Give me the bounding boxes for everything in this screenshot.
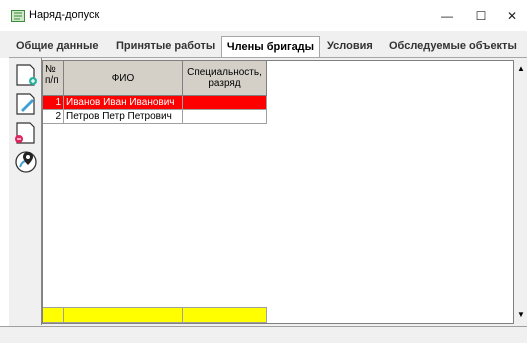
column-header-num[interactable]: № п/п <box>43 61 64 96</box>
footer-spec-cell <box>183 307 267 323</box>
row2-fio-cell[interactable]: Петров Петр Петрович <box>64 110 183 124</box>
window-title: Наряд-допуск <box>29 9 100 21</box>
footer-num-cell <box>43 307 64 323</box>
location-pin-icon[interactable] <box>13 148 39 174</box>
tab-conditions[interactable]: Условия <box>327 40 373 52</box>
minimize-button[interactable]: — <box>430 0 464 31</box>
brigade-grid: № п/п ФИО Специальность, разряд 1 Иванов… <box>42 60 514 324</box>
tab-general[interactable]: Общие данные <box>16 40 98 52</box>
tab-brigade-members-label: Члены бригады <box>226 41 315 53</box>
add-document-icon[interactable] <box>13 62 39 88</box>
footer-fio-cell <box>64 307 183 323</box>
tab-accepted-works[interactable]: Принятые работы <box>116 40 215 52</box>
column-header-spec[interactable]: Специальность, разряд <box>183 61 267 96</box>
minimize-icon: — <box>441 8 453 23</box>
tab-inspected-objects[interactable]: Обследуемые объекты <box>389 40 517 52</box>
vertical-scrollbar[interactable]: ▲ ▼ <box>515 60 527 324</box>
column-header-fio[interactable]: ФИО <box>64 61 183 96</box>
title-bar: Наряд-допуск — ☐ ✕ <box>0 0 527 31</box>
document-icon <box>11 10 25 22</box>
close-button[interactable]: ✕ <box>495 0 527 31</box>
maximize-icon: ☐ <box>475 8 487 23</box>
side-toolbar <box>10 58 42 325</box>
row1-num-cell[interactable]: 1 <box>43 96 64 110</box>
row1-spec-cell[interactable] <box>183 96 267 110</box>
edit-document-icon[interactable] <box>13 91 39 117</box>
maximize-button[interactable]: ☐ <box>464 0 498 31</box>
delete-document-icon[interactable] <box>13 120 39 146</box>
row1-fio-cell[interactable]: Иванов Иван Иванович <box>64 96 183 110</box>
row2-num-cell[interactable]: 2 <box>43 110 64 124</box>
status-bar <box>0 326 527 343</box>
column-header-fio-label: ФИО <box>111 72 135 84</box>
tab-brigade-members[interactable]: Члены бригады <box>221 36 320 58</box>
scroll-down-icon[interactable]: ▼ <box>517 310 525 319</box>
column-header-num-label: № п/п <box>45 64 59 86</box>
close-icon: ✕ <box>506 8 518 23</box>
column-header-spec-label: Специальность, разряд <box>187 67 262 89</box>
scroll-up-icon[interactable]: ▲ <box>517 64 525 73</box>
row2-spec-cell[interactable] <box>183 110 267 124</box>
